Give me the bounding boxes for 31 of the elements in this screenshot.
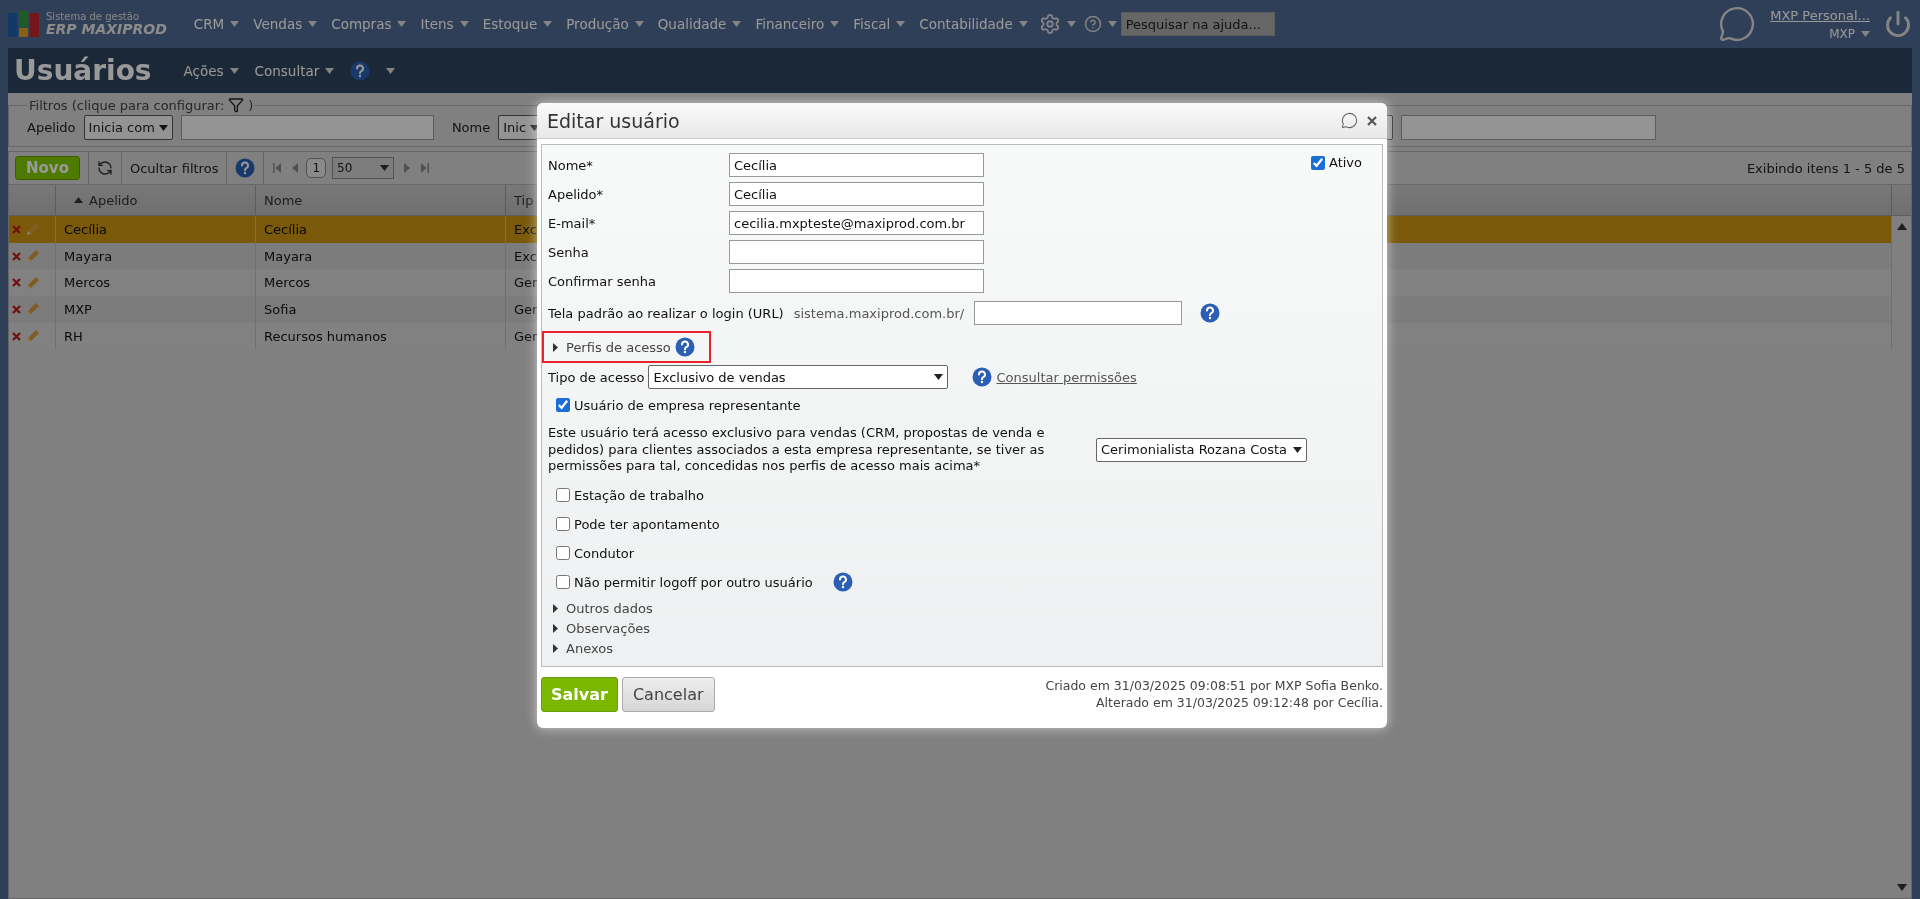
field-label: Senha bbox=[548, 244, 590, 260]
audit-line: Alterado em 31/03/2025 09:12:48 por Cecília. bbox=[1096, 695, 1383, 710]
table-cell: Cecília bbox=[256, 216, 506, 243]
checkbox-label: Pode ter apontamento bbox=[574, 516, 720, 532]
url-prefix: sistema.maxiprod.com.br/ bbox=[793, 305, 965, 321]
field-label: Tipo de acesso bbox=[548, 369, 645, 385]
table-cell: Cecília bbox=[56, 216, 256, 243]
checkbox-label: Usuário de empresa representante bbox=[574, 397, 801, 413]
field-label: Tela padrão ao realizar o login (URL) bbox=[548, 305, 784, 321]
logo-title: ERP MAXIPROD bbox=[46, 21, 167, 38]
field-label: Confirmar senha bbox=[548, 273, 657, 289]
table-cell: Recursos humanos bbox=[256, 322, 506, 350]
checkbox-label: Não permitir logoff por outro usuário bbox=[574, 574, 813, 590]
representative-note: Este usuário terá acesso exclusivo para vendas (CRM, propostas de venda e pedidos) para clientes associados a esta empresa representante, se tiver as permissões para tal, concedidas nos perfis de acesso mais acima* bbox=[548, 425, 1046, 475]
filter-label: Nome bbox=[451, 120, 491, 135]
checkbox-label: Condutor bbox=[574, 545, 635, 561]
checkbox-label: Ativo bbox=[1328, 155, 1362, 170]
filters-legend-end: ) bbox=[248, 97, 254, 113]
checkbox-label: Estação de trabalho bbox=[574, 487, 705, 503]
table-cell: Sofia bbox=[256, 296, 506, 323]
field-label: E-mail* bbox=[548, 215, 597, 231]
table-cell: MXP bbox=[56, 296, 256, 323]
field-label: Apelido* bbox=[548, 186, 605, 202]
dialog-title: Editar usuário bbox=[547, 109, 681, 132]
table-cell: RH bbox=[56, 322, 256, 350]
audit-line: Criado em 31/03/2025 09:08:51 por MXP Sofia Benko. bbox=[1045, 678, 1383, 693]
items-summary: Exibindo itens 1 - 5 de 5 bbox=[1746, 160, 1905, 176]
logo-subtitle: Sistema de gestão bbox=[46, 10, 140, 22]
page-title: Usuários bbox=[14, 54, 152, 87]
filter-label: Apelido bbox=[27, 120, 76, 135]
field-label: Nome* bbox=[548, 157, 594, 173]
